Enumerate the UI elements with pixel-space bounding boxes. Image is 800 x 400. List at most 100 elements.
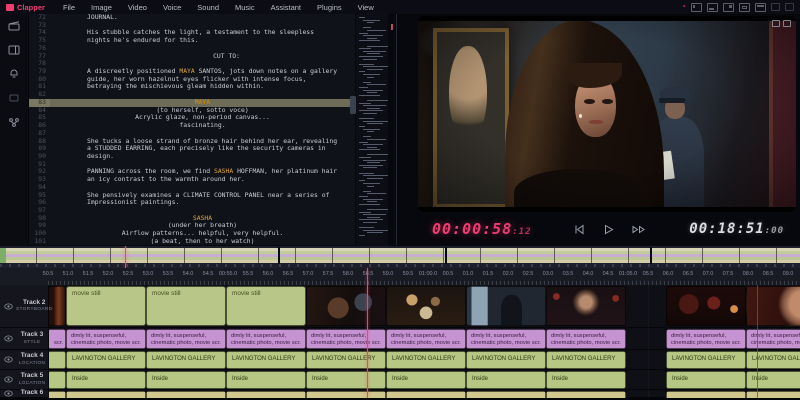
storyboard-still-two-men-with-papers[interactable] — [386, 286, 466, 326]
location-cell[interactable]: Inside — [226, 371, 306, 389]
timeline-lanes[interactable]: movie stillmovie stillmovie still scr.di… — [48, 285, 800, 398]
location-cell[interactable]: Inside — [546, 371, 626, 389]
script-line[interactable]: 98SASHA — [29, 215, 355, 223]
script-line[interactable]: 72JOURNAL. — [29, 14, 355, 22]
script-line[interactable]: 76 — [29, 45, 355, 53]
location-cell[interactable]: LAVINGTON GALLERY — [746, 351, 800, 369]
script-line[interactable]: 93an icy contrast to the warmth around h… — [29, 176, 355, 184]
script-line[interactable]: 100Airflow patterns... helpful, very hel… — [29, 230, 355, 238]
track6-cell[interactable] — [546, 391, 626, 398]
script-line[interactable]: 73 — [29, 22, 355, 30]
menu-item-music[interactable]: Music — [227, 3, 263, 12]
script-line[interactable]: 84(to herself, sotto voce) — [29, 107, 355, 115]
script-line[interactable]: 97 — [29, 207, 355, 215]
style-cell[interactable]: dimly lit, suspenseful,cinematic photo, … — [226, 329, 306, 349]
eye-icon[interactable] — [4, 390, 13, 397]
timeline-playhead[interactable] — [367, 268, 368, 398]
track-header-track-3[interactable]: Track 3STYLE — [0, 328, 48, 350]
location-cell[interactable]: LAVINGTON GALLERY — [146, 351, 226, 369]
storyboard-cell[interactable]: movie still — [146, 286, 226, 326]
style-cell[interactable]: dimly lit, suspenseful,cinematic photo, … — [146, 329, 226, 349]
panel-left-toggle-icon[interactable] — [691, 3, 702, 12]
location-cell[interactable]: LAVINGTON GALLERY — [66, 351, 146, 369]
storyboard-still-man-by-window[interactable] — [466, 286, 546, 326]
menu-item-plugins[interactable]: Plugins — [309, 3, 350, 12]
location-cell[interactable]: LAVINGTON GALLERY — [466, 351, 546, 369]
location-cell[interactable]: LAVINGTON GALLERY — [306, 351, 386, 369]
panel-right-toggle-icon[interactable] — [723, 3, 734, 12]
script-minimap[interactable] — [356, 14, 388, 248]
style-cell[interactable]: scr. — [48, 329, 66, 349]
script-line[interactable]: 83MAYA — [29, 99, 355, 107]
storyboard-still-red-room-figures[interactable] — [666, 286, 746, 326]
storyboard-cell[interactable]: movie still — [226, 286, 306, 326]
script-line[interactable]: 87 — [29, 130, 355, 138]
style-cell[interactable]: dimly lit, suspenseful,cinematic photo, … — [666, 329, 746, 349]
location-cell[interactable]: LAVINGTON GALLERY — [386, 351, 466, 369]
style-cell[interactable]: dimly lit, suspenseful,cinematic photo, … — [386, 329, 466, 349]
sidebar-script-panel-icon[interactable] — [8, 44, 20, 56]
script-line[interactable]: 101(a beat, then to her watch) — [29, 238, 355, 245]
track6-cell[interactable] — [306, 391, 386, 398]
sidebar-assistant-icon[interactable] — [8, 68, 20, 80]
track6-cell[interactable] — [66, 391, 146, 398]
menu-item-file[interactable]: File — [55, 3, 83, 12]
style-cell[interactable]: dimly lit, suspenseful,cinematic photo, … — [466, 329, 546, 349]
location-cell[interactable] — [48, 351, 66, 369]
location-cell[interactable]: LAVINGTON GALLERY — [546, 351, 626, 369]
track-header-track-5[interactable]: Track 5LOCATION — [0, 370, 48, 390]
script-line[interactable]: 91 — [29, 161, 355, 169]
track6-cell[interactable] — [666, 391, 746, 398]
script-line[interactable]: 78 — [29, 60, 355, 68]
eye-icon[interactable] — [4, 303, 13, 310]
eye-icon[interactable] — [4, 335, 13, 342]
menu-item-image[interactable]: Image — [83, 3, 120, 12]
style-cell[interactable]: dimly lit, suspenseful,cinematic photo, … — [66, 329, 146, 349]
script-line[interactable]: 88She tucks a loose strand of bronze hai… — [29, 138, 355, 146]
track-header-track-2[interactable]: Track 2STORYBOARD — [0, 285, 48, 328]
timeline-ruler[interactable]: 50.551.051.552.052.553.053.554.054.500:5… — [0, 268, 800, 286]
script-line[interactable]: 94 — [29, 184, 355, 192]
script-line[interactable]: 80guide, her worn hazelnut eyes flicker … — [29, 76, 355, 84]
location-cell[interactable]: Inside — [386, 371, 466, 389]
style-cell[interactable]: dimly lit, suspenseful,cinematic photo, … — [746, 329, 800, 349]
script-line[interactable]: 99(under her breath) — [29, 222, 355, 230]
script-line[interactable]: 81betraying the mischievous gleam hidden… — [29, 83, 355, 91]
script-line[interactable]: 86fascinating. — [29, 122, 355, 130]
storyboard-cell[interactable]: movie still — [66, 286, 146, 326]
window-restore-icon[interactable] — [771, 3, 780, 11]
location-cell[interactable]: Inside — [466, 371, 546, 389]
video-preview[interactable] — [418, 16, 796, 212]
location-cell[interactable]: Inside — [146, 371, 226, 389]
script-line[interactable]: 74His stubble catches the light, a testa… — [29, 29, 355, 37]
fullscreen-icon[interactable] — [772, 20, 780, 27]
script-line[interactable]: 90design. — [29, 153, 355, 161]
style-cell[interactable]: dimly lit, suspenseful,cinematic photo, … — [306, 329, 386, 349]
panel-grid-toggle-icon[interactable] — [739, 3, 750, 12]
menu-item-sound[interactable]: Sound — [189, 3, 227, 12]
script-line[interactable]: 92PANNING across the room, we find SASHA… — [29, 168, 355, 176]
script-line[interactable]: 82 — [29, 91, 355, 99]
script-line[interactable]: 95She pensively examines a CLIMATE CONTR… — [29, 192, 355, 200]
eye-icon[interactable] — [4, 356, 13, 363]
pane-splitter[interactable] — [396, 14, 397, 245]
location-cell[interactable]: LAVINGTON GALLERY — [226, 351, 306, 369]
play-icon[interactable] — [602, 223, 615, 236]
minimap-viewport[interactable] — [350, 96, 356, 114]
menu-item-assistant[interactable]: Assistant — [263, 3, 309, 12]
menu-item-view[interactable]: View — [350, 3, 382, 12]
script-line[interactable]: 96Impressionist paintings. — [29, 199, 355, 207]
location-cell[interactable]: Inside — [666, 371, 746, 389]
track6-cell[interactable] — [226, 391, 306, 398]
menu-item-voice[interactable]: Voice — [155, 3, 189, 12]
location-cell[interactable]: Inside — [306, 371, 386, 389]
track-header-track-6[interactable]: Track 6 — [0, 390, 48, 398]
overview-playhead[interactable] — [125, 246, 126, 268]
script-line[interactable]: 89a STUDDED EARRING, each precisely like… — [29, 145, 355, 153]
track6-cell[interactable] — [386, 391, 466, 398]
storyboard-still-woman-in-gallery[interactable] — [306, 286, 386, 326]
storyboard-still-woman-closeup-red[interactable] — [746, 286, 800, 326]
app-logo[interactable]: Clapper — [6, 3, 45, 12]
storyboard-still-woman-portrait[interactable] — [546, 286, 626, 326]
script-line[interactable]: 77CUT TO: — [29, 53, 355, 61]
